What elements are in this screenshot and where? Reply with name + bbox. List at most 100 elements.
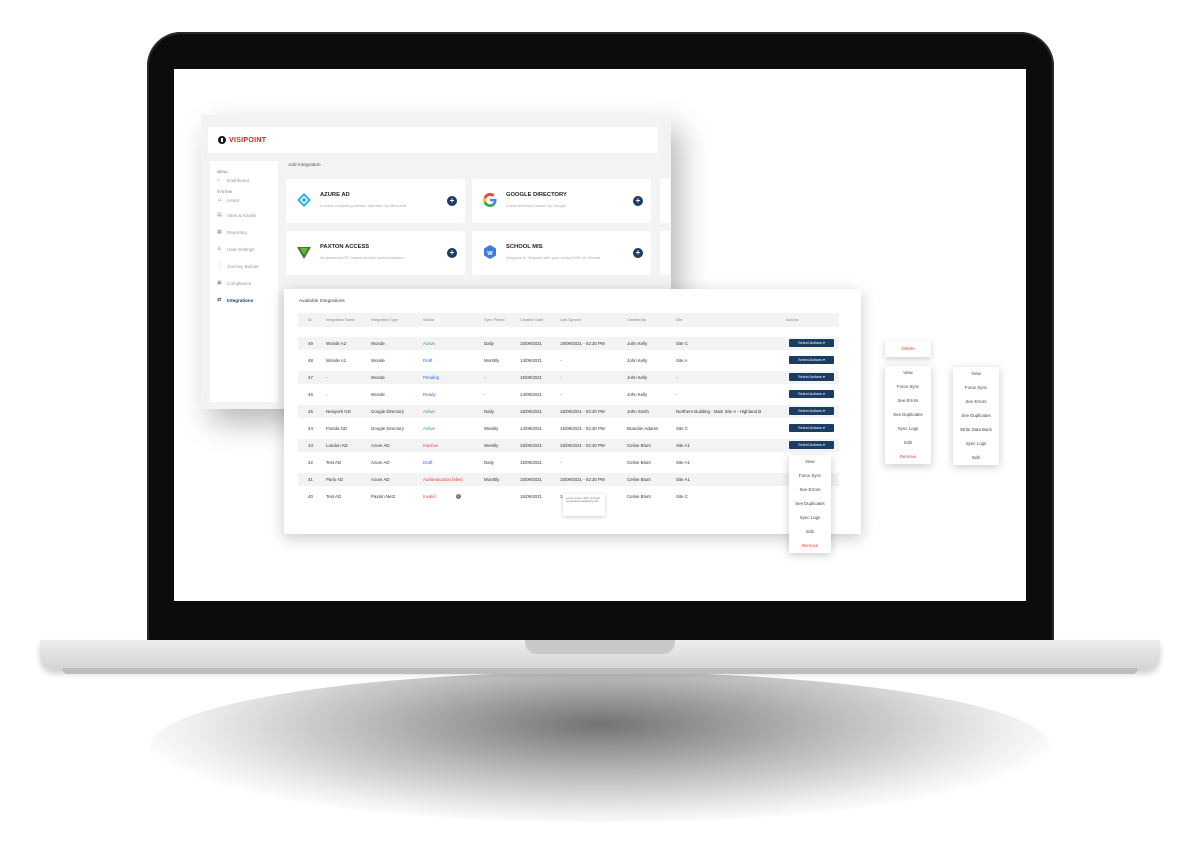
menu-item-see-errors[interactable]: See Errors	[885, 394, 931, 408]
menu-item-edit[interactable]: Edit	[953, 451, 999, 465]
select-actions-button[interactable]: Select Actions ▾	[789, 407, 834, 415]
table-cell: Site A1	[676, 477, 690, 482]
laptop-notch	[525, 640, 675, 654]
menu-item-sync-logs[interactable]: Sync Logs	[789, 511, 831, 525]
table-cell: 15/09/2021	[520, 443, 542, 448]
table-cell: Northern Building - Main Site A - Highla…	[676, 409, 762, 414]
menu-item-sync-logs[interactable]: Sync Logs	[953, 437, 999, 451]
table-cell: Celine Blunt	[627, 443, 651, 448]
table-cell: -	[326, 375, 328, 380]
table-row: 43 London AD Azure AD Inactive Weekly 15/09/2…	[298, 439, 839, 452]
table-cell: 40	[308, 494, 313, 499]
sidebar-item-users[interactable]: ☺ Users	[217, 194, 278, 207]
laptop-base-lip	[62, 668, 1138, 674]
menu-item-see-duplicates[interactable]: See Duplicates	[885, 408, 931, 422]
table-cell: -	[326, 392, 328, 397]
menu-item-see-errors[interactable]: See Errors	[953, 395, 999, 409]
add-paxton-access-button[interactable]: +	[447, 248, 457, 258]
actions-menu-variant-b: View Force Sync See Errors See Duplicates Wr…	[953, 367, 999, 465]
status-badge: Active	[423, 426, 435, 431]
select-actions-button[interactable]: Select Actions ▾	[789, 390, 834, 398]
table-row: 48 Wonde A1 Wonde Draft Monthly 14/09/2021 - Jo…	[298, 354, 839, 367]
table-cell: Google Directory	[371, 426, 404, 431]
sidebar-item-label: Integrations	[227, 298, 254, 303]
sidebar-item-compliance[interactable]: ▣ Compliance	[217, 275, 278, 292]
menu-item-force-sync[interactable]: Force Sync	[953, 381, 999, 395]
add-azure-ad-button[interactable]: +	[447, 196, 457, 206]
table-row: 47 - Wonde Pending - 15/09/2021 - John Kelly - Se…	[298, 371, 839, 384]
info-icon[interactable]: i	[456, 494, 461, 499]
menu-item-see-errors[interactable]: See Errors	[789, 483, 831, 497]
menu-item-force-sync[interactable]: Force Sync	[885, 380, 931, 394]
table-cell: 15/09/2021 - 02:30 PM	[560, 409, 605, 414]
logo-text: VISIPOINT	[229, 136, 267, 144]
table-cell: 42	[308, 460, 313, 465]
status-badge: Invalid	[423, 494, 436, 499]
status-badge: Pending	[423, 375, 440, 380]
table-cell: Weekly	[484, 443, 499, 448]
menu-item-write-data-back[interactable]: Write Data Back	[953, 423, 999, 437]
column-header: Status	[423, 318, 434, 322]
integration-card-partial	[660, 179, 670, 223]
sidebar-item-sites-kiosks[interactable]: ▤ Sites & Kiosks	[217, 207, 278, 224]
available-integrations-panel: Available Integrations ID Integration Na…	[284, 289, 861, 534]
table-cell: Daily	[484, 341, 494, 346]
sidebar-item-user-settings[interactable]: ♙ User Settings	[217, 241, 278, 258]
menu-item-edit[interactable]: Edit	[885, 436, 931, 450]
select-actions-button[interactable]: Select Actions ▾	[789, 373, 834, 381]
column-header: Integration Type	[371, 318, 399, 322]
table-cell: Wonde	[371, 358, 385, 363]
table-cell: -	[676, 392, 678, 397]
journey-icon: ⋮	[217, 263, 222, 269]
table-row: 46 - Wonde Ready - 14/09/2021 - John Kelly - Sele…	[298, 388, 839, 401]
sidebar-item-dashboard[interactable]: ⌂ Dashboard	[217, 174, 278, 186]
column-header: Last Synced	[560, 318, 581, 322]
menu-item-force-sync[interactable]: Force Sync	[789, 469, 831, 483]
select-actions-button[interactable]: Select Actions ▾	[789, 441, 834, 449]
menu-item-see-duplicates[interactable]: See Duplicates	[953, 409, 999, 423]
table-cell: Site A1	[676, 460, 690, 465]
menu-item-see-duplicates[interactable]: See Duplicates	[789, 497, 831, 511]
table-cell: 44	[308, 426, 313, 431]
menu-item-view[interactable]: View	[885, 366, 931, 380]
sidebar-item-label: Reporting	[227, 230, 247, 235]
table-cell: -	[560, 358, 562, 363]
menu-item-view[interactable]: View	[953, 367, 999, 381]
select-actions-button[interactable]: Select Actions ▾	[789, 356, 834, 364]
card-title: PAXTON ACCESS	[320, 244, 370, 250]
table-cell: 15/09/2021	[520, 375, 542, 380]
sidebar-item-journey-builder[interactable]: ⋮ Journey Builder	[217, 258, 278, 275]
add-integration-title: Add Integration	[288, 163, 321, 168]
select-actions-button[interactable]: Select Actions ▾	[789, 339, 834, 347]
status-badge: Active	[423, 409, 435, 414]
table-header: ID Integration Name Integration Type Sta…	[298, 313, 839, 327]
table-row: 42 Test AD Azure AD Draft Daily 15/09/2021 - Ce…	[298, 456, 839, 469]
table-cell: Celine Blunt	[627, 460, 651, 465]
table-cell: John Kelly	[627, 341, 648, 346]
table-cell: Celine Blunt	[627, 494, 651, 499]
menu-item-sync-logs[interactable]: Sync Logs	[885, 422, 931, 436]
sidebar-item-reporting[interactable]: ▦ Reporting	[217, 224, 278, 241]
table-cell: Site A1	[676, 443, 690, 448]
table-cell: 41	[308, 477, 313, 482]
sidebar-item-integrations[interactable]: ⇄ Integrations	[217, 292, 278, 309]
table-cell: Site C	[676, 426, 688, 431]
table-cell: Brandon Adams	[627, 426, 659, 431]
menu-item-remove[interactable]: Remove	[885, 450, 931, 464]
select-actions-button[interactable]: Select Actions ▾	[789, 424, 834, 432]
table-cell: John Kelly	[627, 358, 648, 363]
menu-item-edit[interactable]: Edit	[789, 525, 831, 539]
azure-logo-icon	[297, 193, 311, 207]
column-header: ID	[308, 318, 312, 322]
menu-item-remove[interactable]: Remove	[789, 539, 831, 553]
table-cell: -	[560, 392, 562, 397]
card-description: A cloud computing service operated by Mi…	[320, 203, 407, 208]
add-school-mis-button[interactable]: +	[633, 248, 643, 258]
actions-menu-variant-a: View Force Sync See Errors See Duplicates Sy…	[885, 366, 931, 464]
table-cell: Google Directory	[371, 409, 404, 414]
column-header: Site	[676, 318, 683, 322]
delete-menu-item[interactable]: Delete	[885, 341, 931, 357]
add-google-directory-button[interactable]: +	[633, 196, 643, 206]
menu-item-view[interactable]: View	[789, 455, 831, 469]
table-row: 41 Paris AD Azure AD Authentication failed M…	[298, 473, 839, 486]
